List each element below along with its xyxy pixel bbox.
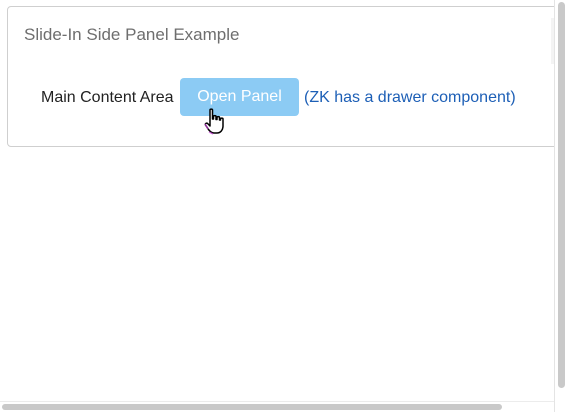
example-panel: Slide-In Side Panel Example Main Content… xyxy=(7,6,567,147)
horizontal-scrollbar[interactable] xyxy=(0,401,554,412)
horizontal-scrollbar-thumb[interactable] xyxy=(2,404,502,410)
panel-title: Slide-In Side Panel Example xyxy=(24,25,240,44)
vertical-scrollbar[interactable] xyxy=(554,0,568,412)
drawer-component-link[interactable]: (ZK has a drawer component) xyxy=(304,89,516,107)
open-panel-button[interactable]: Open Panel xyxy=(180,78,299,116)
main-content-label: Main Content Area xyxy=(41,89,174,106)
vertical-scrollbar-thumb[interactable] xyxy=(558,2,565,388)
hand-pointer-icon xyxy=(203,108,229,136)
